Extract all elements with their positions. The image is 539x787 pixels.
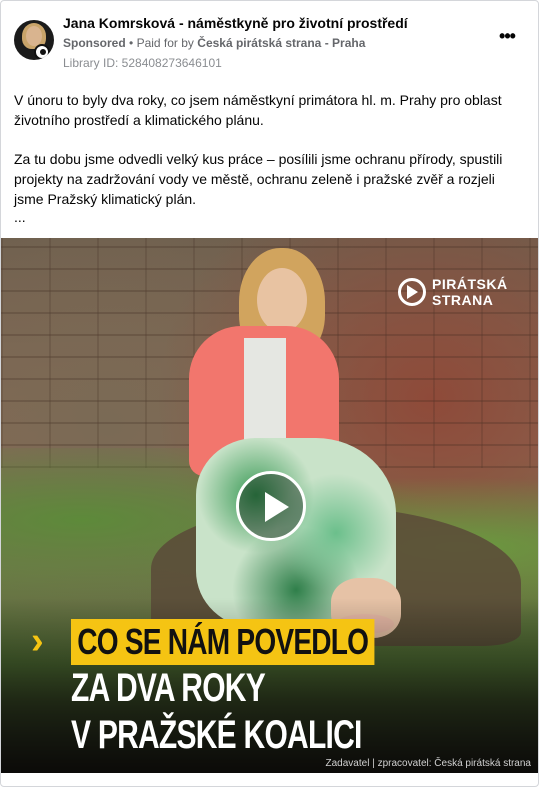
more-options-icon[interactable]: ••• <box>495 27 519 47</box>
pirate-party-logo: PIRÁTSKÁ STRANA <box>398 276 518 310</box>
sponsor-line: Sponsored • Paid for by Česká pirátská s… <box>63 36 365 50</box>
video-player[interactable]: PIRÁTSKÁ STRANA › CO SE NÁM POVEDLO ZA D… <box>1 238 538 773</box>
post-paragraph: Za tu dobu jsme odvedli velký kus práce … <box>14 151 503 207</box>
post-paragraph: V únoru to byly dva roky, co jsem náměst… <box>14 92 502 128</box>
paid-for-link[interactable]: Česká pirátská strana - Praha <box>197 36 365 50</box>
woman-face <box>257 268 307 332</box>
headline-line-3: V PRAŽSKÉ KOALICI <box>71 713 362 757</box>
logo-line-2: STRANA <box>432 292 494 308</box>
post-header: Jana Komrsková - náměstkyně pro životní … <box>1 1 538 79</box>
video-credit: Zadavatel | zpracovatel: Česká pirátská … <box>325 758 531 769</box>
pirate-flag-icon <box>398 278 426 306</box>
post-text: V únoru to byly dva roky, co jsem náměst… <box>14 90 524 228</box>
headline-line-2: ZA DVA ROKY <box>71 666 266 710</box>
paid-for-prefix: Paid for by <box>136 36 194 50</box>
separator-dot: • <box>129 36 137 50</box>
chevron-right-icon: › <box>31 620 44 662</box>
logo-line-1: PIRÁTSKÁ <box>432 276 508 292</box>
author-name[interactable]: Jana Komrsková - náměstkyně pro životní … <box>63 15 408 31</box>
sponsored-label: Sponsored <box>63 36 126 50</box>
logo-text: PIRÁTSKÁ STRANA <box>432 276 508 308</box>
author-avatar[interactable] <box>14 20 54 60</box>
pirate-party-badge-icon <box>34 44 50 60</box>
library-id: Library ID: 528408273646101 <box>63 56 222 70</box>
avatar-face <box>26 26 42 46</box>
play-icon[interactable] <box>236 471 306 541</box>
headline-line-1: CO SE NÁM POVEDLO <box>71 619 375 665</box>
see-more-ellipsis[interactable]: ... <box>14 209 26 225</box>
ad-card: Jana Komrsková - náměstkyně pro životní … <box>0 0 539 787</box>
